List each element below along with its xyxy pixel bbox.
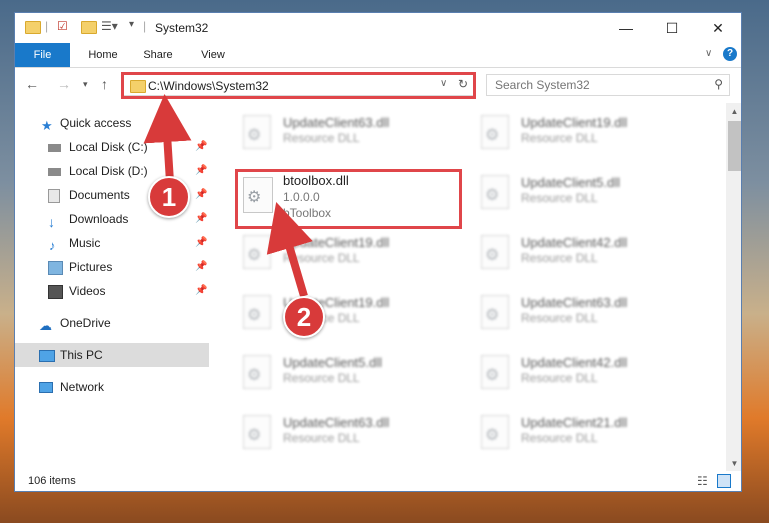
annotation-arrows — [143, 94, 313, 298]
arrow-2 — [266, 201, 313, 298]
callout-2: 2 — [283, 296, 325, 338]
callout-1: 1 — [148, 176, 190, 218]
arrow-1 — [143, 94, 192, 183]
